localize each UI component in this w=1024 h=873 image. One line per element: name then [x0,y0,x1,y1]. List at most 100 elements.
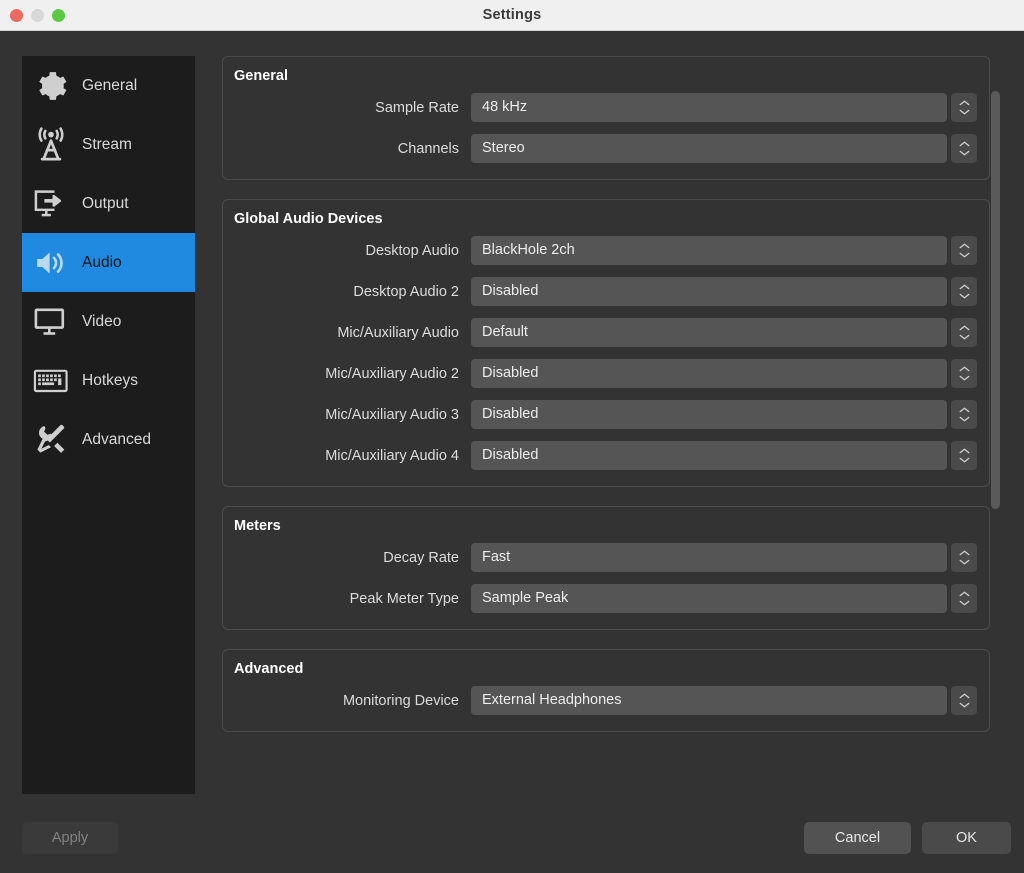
gear-icon [29,66,73,106]
combobox-value-mic-auxiliary-audio-2[interactable]: Disabled [471,359,947,388]
sidebar-item-label: Hotkeys [82,371,138,389]
combobox-value-mic-auxiliary-audio-3[interactable]: Disabled [471,400,947,429]
combobox-stepper-peak-meter-type[interactable] [951,584,977,613]
setting-label-mic-auxiliary-audio-3: Mic/Auxiliary Audio 3 [325,406,459,423]
chevron-up-icon[interactable] [959,591,970,597]
ok-button[interactable]: OK [922,822,1011,854]
setting-label-mic-auxiliary-audio-2: Mic/Auxiliary Audio 2 [325,365,459,382]
combobox-stepper-mic-auxiliary-audio[interactable] [951,318,977,347]
setting-label-desktop-audio: Desktop Audio [365,242,459,259]
combobox-stepper-monitoring-device[interactable] [951,686,977,715]
combobox-peak-meter-type[interactable]: Sample Peak [471,584,977,613]
sidebar-item-label: General [82,76,138,94]
combobox-value-monitoring-device[interactable]: External Headphones [471,686,947,715]
sidebar-item-general[interactable]: General [22,56,195,115]
setting-label-channels: Channels [397,140,459,157]
content-scrollbar-thumb[interactable] [991,91,1000,509]
settings-group-general: General Sample Rate 48 kHz Channels Stereo [222,56,990,180]
combobox-value-mic-auxiliary-audio[interactable]: Default [471,318,947,347]
combobox-value-desktop-audio-2[interactable]: Disabled [471,277,947,306]
combobox-stepper-mic-auxiliary-audio-2[interactable] [951,359,977,388]
apply-button[interactable]: Apply [22,822,118,854]
setting-label-decay-rate: Decay Rate [383,549,459,566]
setting-row-decay-rate: Decay Rate Fast [233,543,977,572]
sidebar-item-video[interactable]: Video [22,292,195,351]
tools-icon [29,420,73,460]
settings-window-body: General Stream Output Audio Video Hotkey… [0,31,1024,873]
setting-label-monitoring-device: Monitoring Device [342,692,459,709]
sidebar-item-advanced[interactable]: Advanced [22,410,195,469]
chevron-up-icon[interactable] [959,325,970,331]
content-scrollbar[interactable] [990,86,1001,776]
chevron-down-icon[interactable] [959,252,970,258]
sidebar-item-audio[interactable]: Audio [22,233,195,292]
chevron-up-icon[interactable] [959,366,970,372]
combobox-decay-rate[interactable]: Fast [471,543,977,572]
chevron-up-icon[interactable] [959,141,970,147]
group-title: Meters [234,518,281,534]
sidebar-item-stream[interactable]: Stream [22,115,195,174]
chevron-down-icon[interactable] [959,702,970,708]
chevron-down-icon[interactable] [959,109,970,115]
combobox-stepper-sample-rate[interactable] [951,93,977,122]
combobox-value-mic-auxiliary-audio-4[interactable]: Disabled [471,441,947,470]
chevron-down-icon[interactable] [959,600,970,606]
combobox-value-desktop-audio[interactable]: BlackHole 2ch [471,236,947,265]
chevron-down-icon[interactable] [959,375,970,381]
sidebar-item-label: Audio [82,253,122,271]
display-icon [29,302,73,342]
setting-row-monitoring-device: Monitoring Device External Headphones [233,686,977,715]
chevron-up-icon[interactable] [959,448,970,454]
monitor-arrow-icon [29,184,73,224]
combobox-channels[interactable]: Stereo [471,134,977,163]
combobox-mic-auxiliary-audio-4[interactable]: Disabled [471,441,977,470]
keyboard-icon [29,361,73,401]
combobox-mic-auxiliary-audio-2[interactable]: Disabled [471,359,977,388]
chevron-up-icon[interactable] [959,100,970,106]
settings-group-advanced: Advanced Monitoring Device External Headph… [222,649,990,732]
chevron-down-icon[interactable] [959,334,970,340]
combobox-mic-auxiliary-audio[interactable]: Default [471,318,977,347]
cancel-button[interactable]: Cancel [804,822,911,854]
setting-row-desktop-audio-2: Desktop Audio 2 Disabled [233,277,977,306]
sidebar-item-label: Video [82,312,122,330]
window-titlebar: Settings [0,0,1024,31]
sidebar-item-hotkeys[interactable]: Hotkeys [22,351,195,410]
setting-label-mic-auxiliary-audio: Mic/Auxiliary Audio [337,324,459,341]
setting-row-mic-auxiliary-audio-4: Mic/Auxiliary Audio 4 Disabled [233,441,977,470]
combobox-stepper-mic-auxiliary-audio-3[interactable] [951,400,977,429]
combobox-value-peak-meter-type[interactable]: Sample Peak [471,584,947,613]
combobox-stepper-mic-auxiliary-audio-4[interactable] [951,441,977,470]
settings-sidebar: General Stream Output Audio Video Hotkey… [22,56,195,794]
combobox-value-decay-rate[interactable]: Fast [471,543,947,572]
sidebar-item-output[interactable]: Output [22,174,195,233]
combobox-stepper-channels[interactable] [951,134,977,163]
chevron-down-icon[interactable] [959,150,970,156]
chevron-down-icon[interactable] [959,293,970,299]
setting-row-desktop-audio: Desktop Audio BlackHole 2ch [233,236,977,265]
combobox-value-sample-rate[interactable]: 48 kHz [471,93,947,122]
chevron-down-icon[interactable] [959,457,970,463]
combobox-stepper-desktop-audio[interactable] [951,236,977,265]
broadcast-icon [29,125,73,165]
group-title: Global Audio Devices [234,211,383,227]
chevron-up-icon[interactable] [959,243,970,249]
setting-label-sample-rate: Sample Rate [375,99,459,116]
chevron-up-icon[interactable] [959,407,970,413]
speaker-icon [29,243,73,283]
combobox-stepper-desktop-audio-2[interactable] [951,277,977,306]
chevron-up-icon[interactable] [959,284,970,290]
chevron-up-icon[interactable] [959,693,970,699]
combobox-value-channels[interactable]: Stereo [471,134,947,163]
combobox-sample-rate[interactable]: 48 kHz [471,93,977,122]
combobox-desktop-audio-2[interactable]: Disabled [471,277,977,306]
combobox-monitoring-device[interactable]: External Headphones [471,686,977,715]
combobox-stepper-decay-rate[interactable] [951,543,977,572]
combobox-mic-auxiliary-audio-3[interactable]: Disabled [471,400,977,429]
chevron-down-icon[interactable] [959,559,970,565]
group-title: Advanced [234,661,304,677]
chevron-up-icon[interactable] [959,550,970,556]
combobox-desktop-audio[interactable]: BlackHole 2ch [471,236,977,265]
chevron-down-icon[interactable] [959,416,970,422]
setting-row-mic-auxiliary-audio-2: Mic/Auxiliary Audio 2 Disabled [233,359,977,388]
